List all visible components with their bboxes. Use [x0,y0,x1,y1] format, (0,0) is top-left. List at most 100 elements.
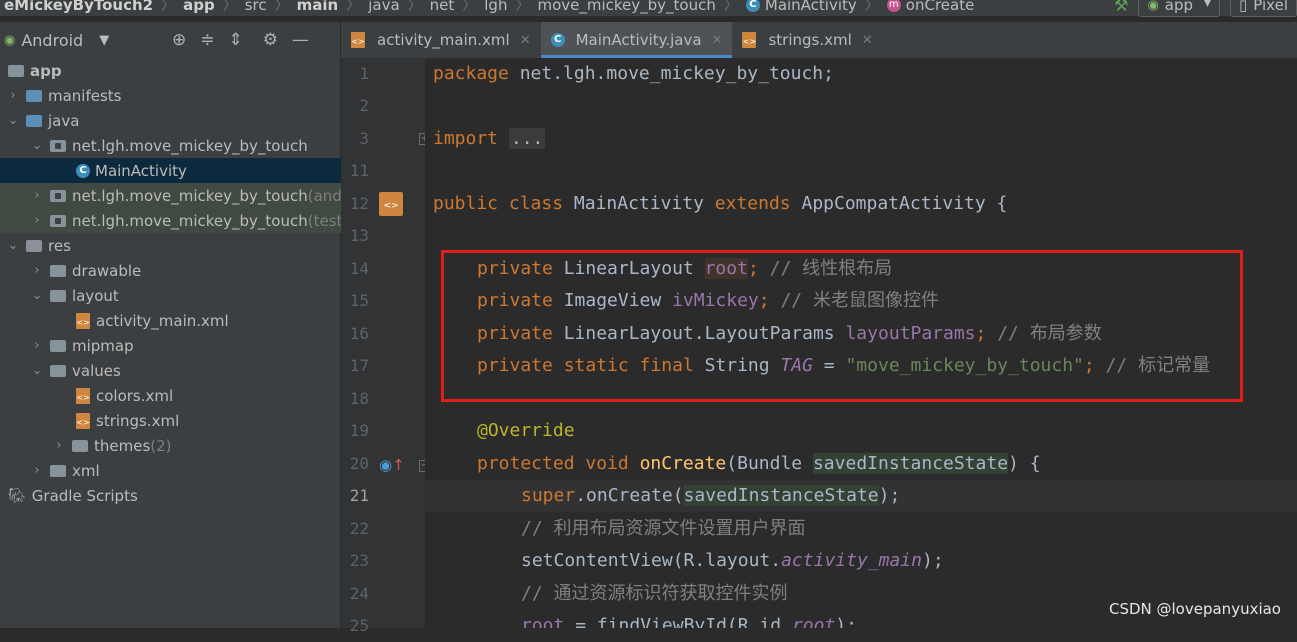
close-icon[interactable]: ✕ [862,33,873,48]
breadcrumb-package[interactable]: move_mickey_by_touch [533,0,719,14]
line-number: 17 [349,356,369,375]
tree-item-xml[interactable]: › xml [0,458,370,483]
breadcrumb: eMickeyByTouch2 〉 app 〉 src 〉 main 〉 java 〉 n… [0,0,1297,16]
collapse-all-icon[interactable]: ⇕ [229,30,243,50]
project-view-select[interactable]: ◉ Android ▼ [4,31,109,50]
code-line-23: setContentView(R.layout.activity_main); [521,550,944,571]
code-line-1: package net.lgh.move_mickey_by_touch; [433,63,834,84]
line-number: 2 [359,96,369,115]
tree-item-label: themes [94,436,151,455]
minimize-icon[interactable]: — [292,30,309,50]
tree-item-package-test[interactable]: › net.lgh.move_mickey_by_touch (test [0,208,370,233]
breadcrumb-net[interactable]: net [426,0,459,14]
tree-item-label: MainActivity [95,161,187,180]
breadcrumb-separator: 〉 [723,0,738,14]
code-line-20: protected void onCreate(Bundle savedInst… [477,453,1041,474]
tree-item-label: app [30,61,62,80]
device-select[interactable]: ▯ Pixel [1230,0,1297,17]
tree-item-label: drawable [72,261,142,280]
tree-item-label: values [72,361,121,380]
chevron-right-icon: › [34,188,40,203]
breadcrumb-module[interactable]: app [179,0,219,14]
code-line-21: super.onCreate(savedInstanceState); [521,485,901,506]
tab-label: MainActivity.java [575,31,702,49]
line-number: 23 [349,551,369,570]
breadcrumb-method[interactable]: m onCreate [883,0,979,14]
folder-icon [26,114,42,127]
folded-imports[interactable]: ... [508,128,546,149]
tab-strings-xml[interactable]: <> strings.xml ✕ [732,22,882,58]
code-line-22: // 利用布局资源文件设置用户界面 [521,518,806,539]
line-number: 16 [349,324,369,343]
layout-xml-icon: <> [351,32,365,48]
locate-icon[interactable]: ⊕ [172,30,186,50]
line-number: 19 [349,421,369,440]
breadcrumb-main[interactable]: main [293,0,343,14]
tab-label: strings.xml [768,31,852,49]
tree-item-java[interactable]: ⌄ java [0,108,346,133]
breadcrumb-separator: 〉 [462,0,477,14]
tree-item-label: xml [72,461,100,480]
values-xml-icon: <> [742,32,757,48]
breadcrumb-class[interactable]: C MainActivity [742,0,861,14]
expand-all-icon[interactable]: ≑ [200,30,214,50]
tree-item-drawable[interactable]: › drawable [0,258,370,283]
tree-item-mipmap[interactable]: › mipmap [0,333,370,358]
folder-icon [50,364,66,377]
tree-item-package-androidtest[interactable]: › net.lgh.move_mickey_by_touch (and [0,183,370,208]
tree-item-label: mipmap [72,336,134,355]
resource-folder-icon [26,239,42,252]
gear-icon[interactable]: ⚙ [263,30,278,50]
class-icon: C [76,163,90,178]
tab-label: activity_main.xml [377,31,510,49]
run-config-label: app [1164,0,1194,14]
chevron-down-icon: ⌄ [31,363,43,378]
code-line-24: // 通过资源标识符获取控件实例 [521,583,788,604]
layout-file-gutter-icon[interactable]: <> [379,192,403,216]
hammer-icon[interactable]: ⚒ [1114,0,1128,15]
project-toolbar: ◉ Android ▼ ⊕ ≑ ⇕ ⚙ — [0,22,340,58]
tree-item-values[interactable]: ⌄ values [0,358,370,383]
run-toolbar: ⚒ ◉ app ▯ Pixel [1114,0,1297,17]
tree-item-label: Gradle Scripts [31,486,138,505]
line-number: 12 [349,194,369,213]
editor-gutter[interactable]: 1 2 3 11 12 13 14 15 16 17 18 19 20 21 2… [341,58,431,635]
close-icon[interactable]: ✕ [712,33,723,48]
breadcrumb-separator: 〉 [346,0,361,14]
breadcrumb-project[interactable]: eMickeyByTouch2 [0,0,157,14]
project-panel: ◉ Android ▼ ⊕ ≑ ⇕ ⚙ — app › manifests ⌄ ja… [0,22,416,628]
tree-item-suffix: (2) [150,436,172,455]
line-number: 18 [349,389,369,408]
module-folder-icon [8,64,24,77]
breadcrumb-src[interactable]: src [241,0,271,14]
tree-item-app[interactable]: app [0,58,348,83]
breadcrumb-lgh[interactable]: lgh [480,0,511,14]
breadcrumb-separator: 〉 [515,0,530,14]
code-line-12: public class MainActivity extends AppCom… [433,193,1008,214]
tree-item-layout[interactable]: ⌄ layout [0,283,370,308]
tab-activity-main-xml[interactable]: <> activity_main.xml ✕ [341,22,541,58]
chevron-down-icon: ▼ [99,32,110,48]
tree-item-package-main[interactable]: ⌄ net.lgh.move_mickey_by_touch [0,133,370,158]
tree-item-label: net.lgh.move_mickey_by_touch [72,211,308,230]
override-icon[interactable]: ◉↑ [379,456,405,474]
tree-item-res[interactable]: ⌄ res [0,233,346,258]
tree-item-label: activity_main.xml [96,311,229,330]
breadcrumb-separator: 〉 [864,0,879,14]
android-icon: ◉ [1147,0,1159,13]
tab-mainactivity-java[interactable]: C MainActivity.java ✕ [540,22,733,58]
breadcrumb-java[interactable]: java [364,0,403,14]
tree-item-label: colors.xml [96,386,174,405]
tree-item-label: java [48,111,80,130]
tree-item-themes[interactable]: › themes (2) [0,433,392,458]
line-number-current: 21 [349,486,369,505]
tree-item-manifests[interactable]: › manifests [0,83,346,108]
run-config-select[interactable]: ◉ app [1138,0,1221,17]
device-label: Pixel [1253,0,1288,14]
close-icon[interactable]: ✕ [520,33,531,48]
tree-item-label: res [48,236,71,255]
method-icon: m [886,0,901,12]
tree-item-gradle-scripts[interactable]: 🐘︎ Gradle Scripts [0,483,348,508]
tree-item-suffix: (test [307,211,343,230]
line-number: 24 [349,584,369,603]
